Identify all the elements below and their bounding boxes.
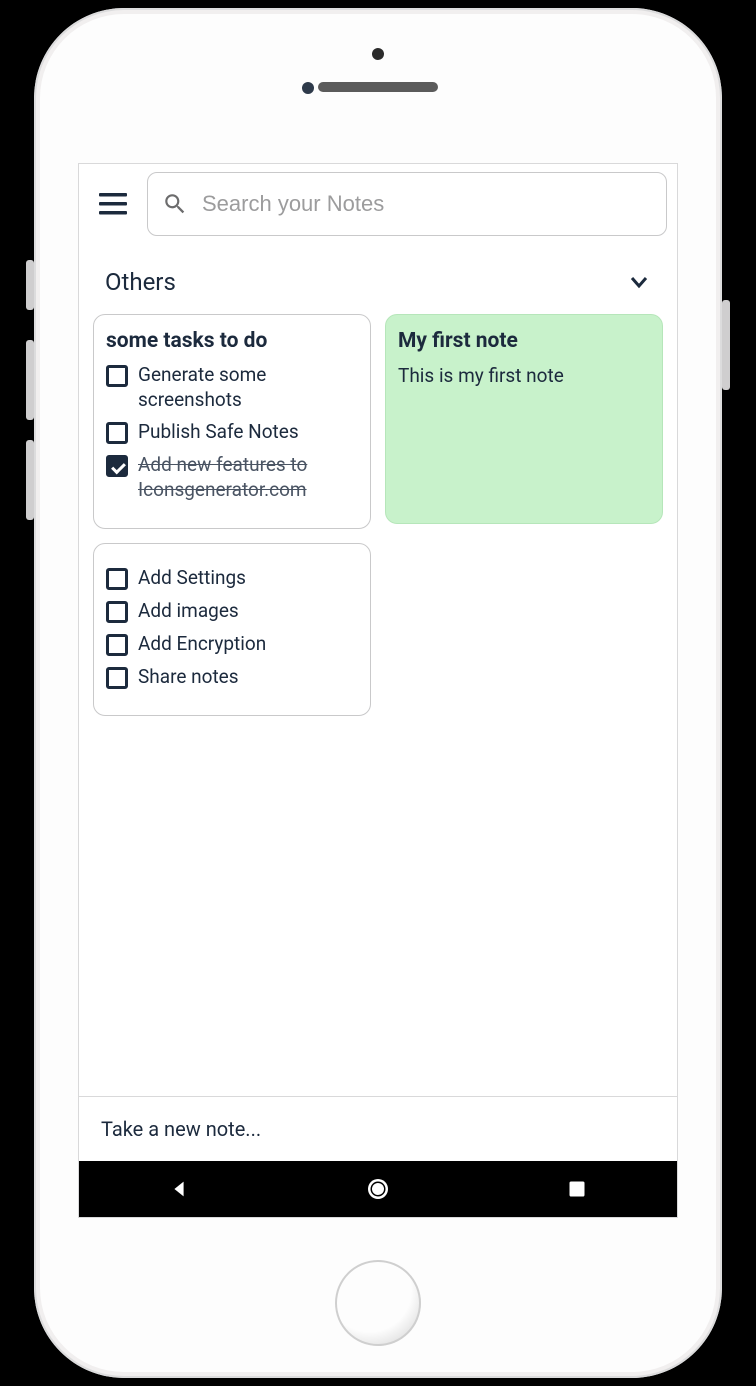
menu-button[interactable] — [93, 184, 133, 224]
nav-recent-button[interactable] — [547, 1169, 607, 1209]
task-item[interactable]: Add Settings — [106, 566, 358, 591]
notes-grid: some tasks to do Generate some screenshot… — [93, 314, 663, 730]
phone-frame: Others some tasks to do Generate some scr… — [34, 8, 722, 1378]
notes-area: some tasks to do Generate some screenshot… — [79, 314, 677, 1096]
chevron-down-icon — [627, 270, 651, 294]
recent-square-icon — [567, 1179, 587, 1199]
note-card[interactable]: some tasks to do Generate some screenshot… — [93, 314, 371, 529]
phone-camera — [372, 48, 384, 60]
task-text: Add Encryption — [138, 632, 266, 657]
section-header[interactable]: Others — [79, 244, 677, 314]
checkbox-checked-icon[interactable] — [106, 455, 128, 477]
nav-back-button[interactable] — [149, 1169, 209, 1209]
note-title: some tasks to do — [106, 329, 358, 353]
app-screen: Others some tasks to do Generate some scr… — [78, 163, 678, 1218]
checkbox-icon[interactable] — [106, 601, 128, 623]
search-box[interactable] — [147, 172, 667, 236]
section-toggle[interactable] — [627, 270, 651, 294]
task-text: Add Settings — [138, 566, 246, 591]
phone-home-button[interactable] — [335, 1260, 421, 1346]
task-text: Add images — [138, 599, 239, 624]
task-item[interactable]: Add images — [106, 599, 358, 624]
task-item[interactable]: Add new features to Iconsgenerator.com — [106, 453, 358, 502]
home-circle-icon — [366, 1177, 390, 1201]
task-list: Generate some screenshots Publish Safe No… — [106, 363, 358, 502]
task-list: Add Settings Add images Add Encryption Shar… — [106, 566, 358, 689]
task-text: Add new features to Iconsgenerator.com — [138, 453, 358, 502]
phone-speaker — [318, 82, 438, 92]
android-nav-bar — [79, 1161, 677, 1217]
task-text: Generate some screenshots — [138, 363, 358, 412]
note-card[interactable]: My first note This is my first note — [385, 314, 663, 524]
task-item[interactable]: Publish Safe Notes — [106, 420, 358, 445]
search-icon — [162, 191, 188, 217]
checkbox-icon[interactable] — [106, 568, 128, 590]
task-item[interactable]: Generate some screenshots — [106, 363, 358, 412]
back-icon — [168, 1178, 190, 1200]
task-text: Share notes — [138, 665, 239, 690]
checkbox-icon[interactable] — [106, 634, 128, 656]
note-card[interactable]: Add Settings Add images Add Encryption Shar… — [93, 543, 371, 716]
new-note-bar[interactable]: Take a new note... — [79, 1096, 677, 1161]
note-title: My first note — [398, 329, 650, 353]
phone-sensor — [302, 82, 314, 94]
note-body: This is my first note — [398, 363, 650, 389]
checkbox-icon[interactable] — [106, 667, 128, 689]
nav-home-button[interactable] — [348, 1169, 408, 1209]
task-item[interactable]: Add Encryption — [106, 632, 358, 657]
checkbox-icon[interactable] — [106, 365, 128, 387]
task-item[interactable]: Share notes — [106, 665, 358, 690]
task-text: Publish Safe Notes — [138, 420, 299, 445]
top-bar — [79, 164, 677, 244]
search-input[interactable] — [202, 191, 652, 217]
checkbox-icon[interactable] — [106, 422, 128, 444]
menu-icon — [99, 193, 127, 215]
section-title: Others — [105, 268, 176, 296]
